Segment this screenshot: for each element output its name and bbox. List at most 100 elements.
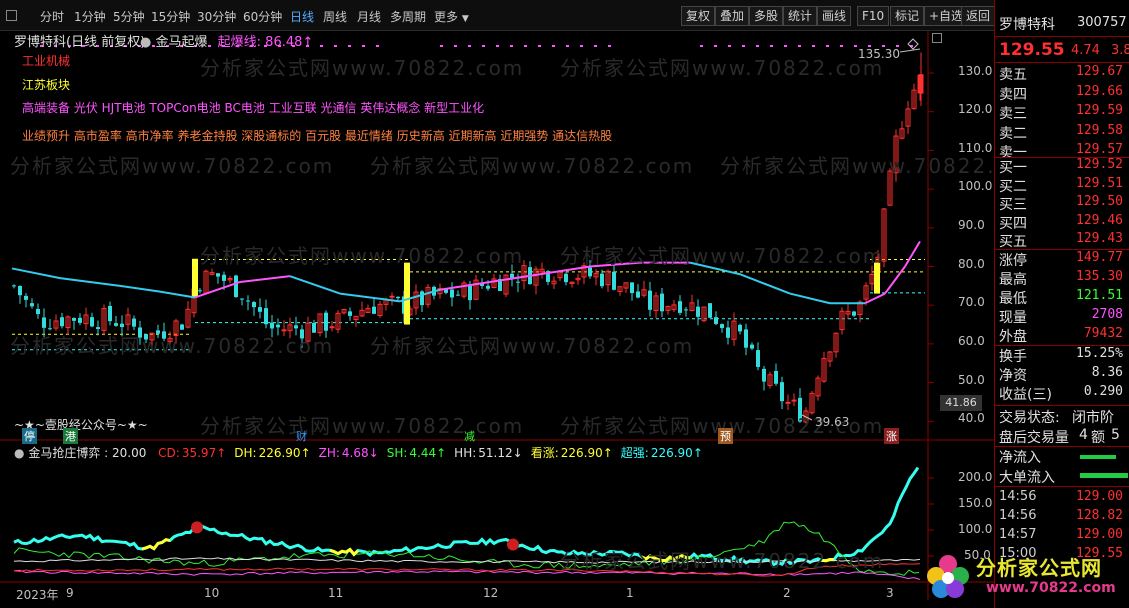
signal-dot: [468, 45, 471, 47]
indicator2-value-label: CD:: [158, 446, 180, 460]
row-label: 买三: [999, 197, 1027, 213]
candle-body: [270, 322, 274, 329]
tick-row[interactable]: 14:57 129.00: [999, 527, 1127, 547]
tab-monthly[interactable]: 月线: [357, 8, 381, 25]
marker-reduce[interactable]: 减: [464, 428, 475, 444]
x-label: 2: [783, 586, 791, 600]
stats2-row[interactable]: 收益(三) 0.290: [999, 384, 1127, 404]
signal-dot: [798, 45, 801, 47]
candle-body: [18, 286, 22, 296]
indicator1-header[interactable]: ● 金马起爆 起爆线: 86.48↑: [140, 31, 313, 50]
ma-line: [489, 273, 541, 283]
candle-body: [738, 324, 742, 332]
indicator2-header[interactable]: ● 金马抢庄博弈 : 20.00 CD: 35.97↑ DH: 226.90↑ ZH: 4…: [14, 444, 703, 461]
asks-row[interactable]: 卖五 129.67: [999, 64, 1127, 84]
candle-body: [516, 281, 520, 283]
x-label: 12: [483, 586, 499, 600]
row-label: 最高: [999, 272, 1027, 288]
candle-body: [510, 273, 514, 278]
restore-rights-button[interactable]: 复权: [681, 6, 716, 26]
signal-dot: [784, 45, 787, 47]
window-menu-icon[interactable]: [6, 10, 17, 21]
indicator2-value: 35.97↑: [181, 446, 227, 460]
row-label: 买二: [999, 178, 1027, 195]
marker-suspend[interactable]: 停: [22, 428, 37, 444]
indicator2-value: 4.68↓: [341, 446, 379, 460]
maximize-icon[interactable]: [932, 33, 942, 43]
row-label: 换手: [999, 349, 1027, 365]
after-hours-label: 盘后交易量: [999, 430, 1069, 446]
gear-icon[interactable]: ●: [14, 446, 24, 460]
tab-daily[interactable]: 日线: [290, 8, 314, 25]
y-tick: 100.0: [958, 179, 993, 193]
draw-line-button[interactable]: 画线: [817, 6, 852, 26]
marker-forecast[interactable]: 预: [718, 428, 733, 444]
indicator1-line-value: 86.48↑: [265, 35, 314, 50]
tab-fenshi[interactable]: 分时: [40, 8, 64, 25]
row-value: 129.51: [1076, 175, 1123, 191]
bids-row[interactable]: 买二 129.51: [999, 176, 1127, 196]
tab-multi-period[interactable]: 多周期: [390, 8, 426, 25]
watermark: 分析家公式网www.70822.com: [200, 414, 525, 438]
ma-line: [159, 290, 196, 299]
ma-line: [904, 240, 921, 268]
stats1-row[interactable]: 涨停 149.77: [999, 250, 1127, 270]
y-tick: 60.0: [958, 334, 985, 348]
tab-weekly[interactable]: 周线: [323, 8, 347, 25]
asks-row[interactable]: 卖四 129.66: [999, 84, 1127, 104]
row-label: 卖五: [999, 67, 1027, 83]
row-value: 2708: [1091, 307, 1123, 322]
stats1-row[interactable]: 最低 121.51: [999, 288, 1127, 308]
back-button[interactable]: 返回: [961, 6, 996, 26]
signal-dot: [714, 45, 717, 47]
bids-row[interactable]: 买三 129.50: [999, 194, 1127, 214]
stats2-row[interactable]: 换手 15.25%: [999, 346, 1127, 366]
x-label: 10: [204, 586, 220, 600]
tab-15min[interactable]: 15分钟: [151, 8, 190, 25]
tab-5min[interactable]: 5分钟: [113, 8, 145, 25]
indicator2-value: 4.44↑: [409, 446, 447, 460]
candle-body: [180, 324, 184, 330]
stats1-row[interactable]: 外盘 79432: [999, 326, 1127, 346]
candle-body: [246, 300, 250, 302]
marker-limit-up[interactable]: 涨: [884, 428, 899, 444]
tab-1min[interactable]: 1分钟: [74, 8, 106, 25]
multi-stock-button[interactable]: 多股: [749, 6, 784, 26]
statistics-button[interactable]: 统计: [783, 6, 818, 26]
high-price-label: 135.30: [858, 47, 900, 61]
quote-change: 4.74: [1071, 43, 1100, 58]
kline-chart[interactable]: [0, 31, 994, 608]
marker-finance[interactable]: 财: [296, 428, 307, 444]
row-label: 卖二: [999, 125, 1027, 142]
gear-icon[interactable]: ●: [140, 35, 151, 50]
row-value: 15.25%: [1076, 346, 1123, 361]
candle-body: [222, 274, 226, 281]
bids-row[interactable]: 买四 129.46: [999, 213, 1127, 233]
tab-60min[interactable]: 60分钟: [243, 8, 282, 25]
stats1-row[interactable]: 现量 2708: [999, 307, 1127, 327]
overlay-button[interactable]: 叠加: [715, 6, 750, 26]
asks-row[interactable]: 卖二 129.58: [999, 123, 1127, 143]
tick-row[interactable]: 14:56 128.82: [999, 508, 1127, 528]
feature-tags: 业绩预升 高市盈率 高市净率 养老金持股 深股通标的 百元股 最近情绪 历史新高…: [22, 129, 613, 143]
tab-more[interactable]: 更多 ▼: [434, 8, 469, 25]
stats2-row[interactable]: 净资 8.36: [999, 365, 1127, 385]
asks-row[interactable]: 卖三 129.59: [999, 103, 1127, 123]
x-label: 9: [66, 586, 74, 600]
marker-hk[interactable]: 港: [63, 428, 78, 444]
logo-url: www.70822.com: [986, 580, 1116, 596]
stats1-row[interactable]: 最高 135.30: [999, 269, 1127, 289]
y-tick: 110.0: [958, 141, 993, 155]
y-tick: 70.0: [958, 295, 985, 309]
bids-row[interactable]: 买五 129.43: [999, 231, 1127, 251]
signal-dot: [510, 45, 513, 47]
tab-30min[interactable]: 30分钟: [197, 8, 236, 25]
signal-bar: [404, 262, 410, 325]
tick-row[interactable]: 14:56 129.00: [999, 489, 1127, 509]
row-value: 129.52: [1076, 157, 1123, 172]
mark-button[interactable]: 标记: [890, 6, 925, 26]
dh-strong-segment: [141, 538, 171, 551]
f10-button[interactable]: F10: [857, 6, 890, 26]
bids-row[interactable]: 买一 129.52: [999, 157, 1127, 177]
candle-body: [12, 285, 16, 287]
